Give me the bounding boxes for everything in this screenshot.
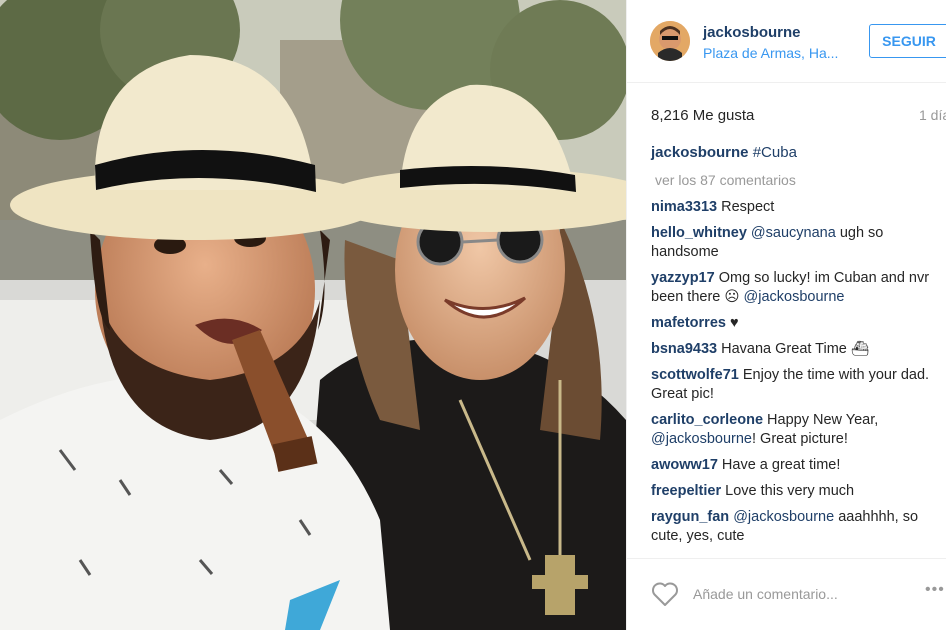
post-sidebar: jackosbourne Plaza de Armas, Ha... SEGUI… — [626, 0, 946, 630]
more-options-icon[interactable]: ••• — [925, 581, 945, 599]
comment-username[interactable]: awoww17 — [651, 457, 718, 473]
comment-username[interactable]: raygun_fan — [651, 509, 729, 525]
post-photo[interactable] — [0, 0, 626, 630]
comment-text: Respect — [721, 199, 775, 215]
caption-username[interactable]: jackosbourne — [651, 144, 749, 161]
comment-footer: Añade un comentario... ••• — [627, 558, 946, 630]
comment-mention[interactable]: @jackosbourne — [651, 431, 752, 447]
comment-username[interactable]: hello_whitney — [651, 225, 747, 241]
comment-username[interactable]: mafetorres — [651, 315, 726, 331]
comment-mention[interactable]: @jackosbourne — [733, 509, 834, 525]
comment-item: mafetorres ♥ — [651, 314, 936, 333]
comment-item: carlito_corleone Happy New Year, @jackos… — [651, 411, 936, 449]
comment-text: Love this very much — [725, 483, 855, 499]
comments-list: nima3313 Respect hello_whitney @saucynan… — [651, 198, 936, 553]
avatar-image — [650, 21, 690, 61]
comment-mention[interactable]: @saucynana — [751, 225, 836, 241]
comment-item: raygun_fan @jackosbourne aaahhhh, so cut… — [651, 508, 936, 546]
comment-item: bsna9433 Havana Great Time ⛴ — [651, 340, 936, 359]
add-comment-input[interactable]: Añade un comentario... — [693, 586, 838, 602]
likes-count[interactable]: 8,216 Me gusta — [651, 107, 754, 124]
post-time: 1 día — [919, 107, 946, 123]
comment-username[interactable]: freepeltier — [651, 483, 721, 499]
comment-item: scottwolfe71 Enjoy the time with your da… — [651, 366, 936, 404]
comment-username[interactable]: bsna9433 — [651, 341, 717, 357]
post-username[interactable]: jackosbourne — [703, 24, 801, 41]
post-caption: jackosbourne #Cuba — [651, 144, 936, 161]
comment-username[interactable]: scottwolfe71 — [651, 367, 739, 383]
comment-text-tail: ! Great picture! — [751, 431, 848, 447]
selfie-photo — [0, 0, 626, 630]
comment-text: ♥ — [729, 315, 739, 331]
comment-text: Happy New Year, — [767, 412, 879, 428]
comment-mention[interactable]: @jackosbourne — [744, 289, 845, 305]
comment-item: yazzyp17 Omg so lucky! im Cuban and nvr … — [651, 269, 936, 307]
comment-item: hello_whitney @saucynana ugh so handsome — [651, 224, 936, 262]
comment-username[interactable]: carlito_corleone — [651, 412, 763, 428]
comment-text: Have a great time! — [721, 457, 841, 473]
comment-item: freepeltier Love this very much — [651, 482, 936, 501]
comment-text: Havana Great Time ⛴ — [721, 341, 870, 357]
view-all-comments-link[interactable]: ver los 87 comentarios — [655, 172, 796, 188]
post-location[interactable]: Plaza de Armas, Ha... — [703, 45, 838, 61]
comment-username[interactable]: nima3313 — [651, 199, 717, 215]
post-header: jackosbourne Plaza de Armas, Ha... SEGUI… — [627, 0, 946, 83]
follow-button[interactable]: SEGUIR — [869, 24, 946, 58]
comment-item: awoww17 Have a great time! — [651, 456, 936, 475]
avatar[interactable] — [650, 21, 690, 61]
comment-item: nima3313 Respect — [651, 198, 936, 217]
heart-icon[interactable] — [651, 581, 679, 607]
instagram-post: jackosbourne Plaza de Armas, Ha... SEGUI… — [0, 0, 946, 630]
comment-username[interactable]: yazzyp17 — [651, 270, 715, 286]
caption-hashtag[interactable]: #Cuba — [753, 144, 797, 161]
